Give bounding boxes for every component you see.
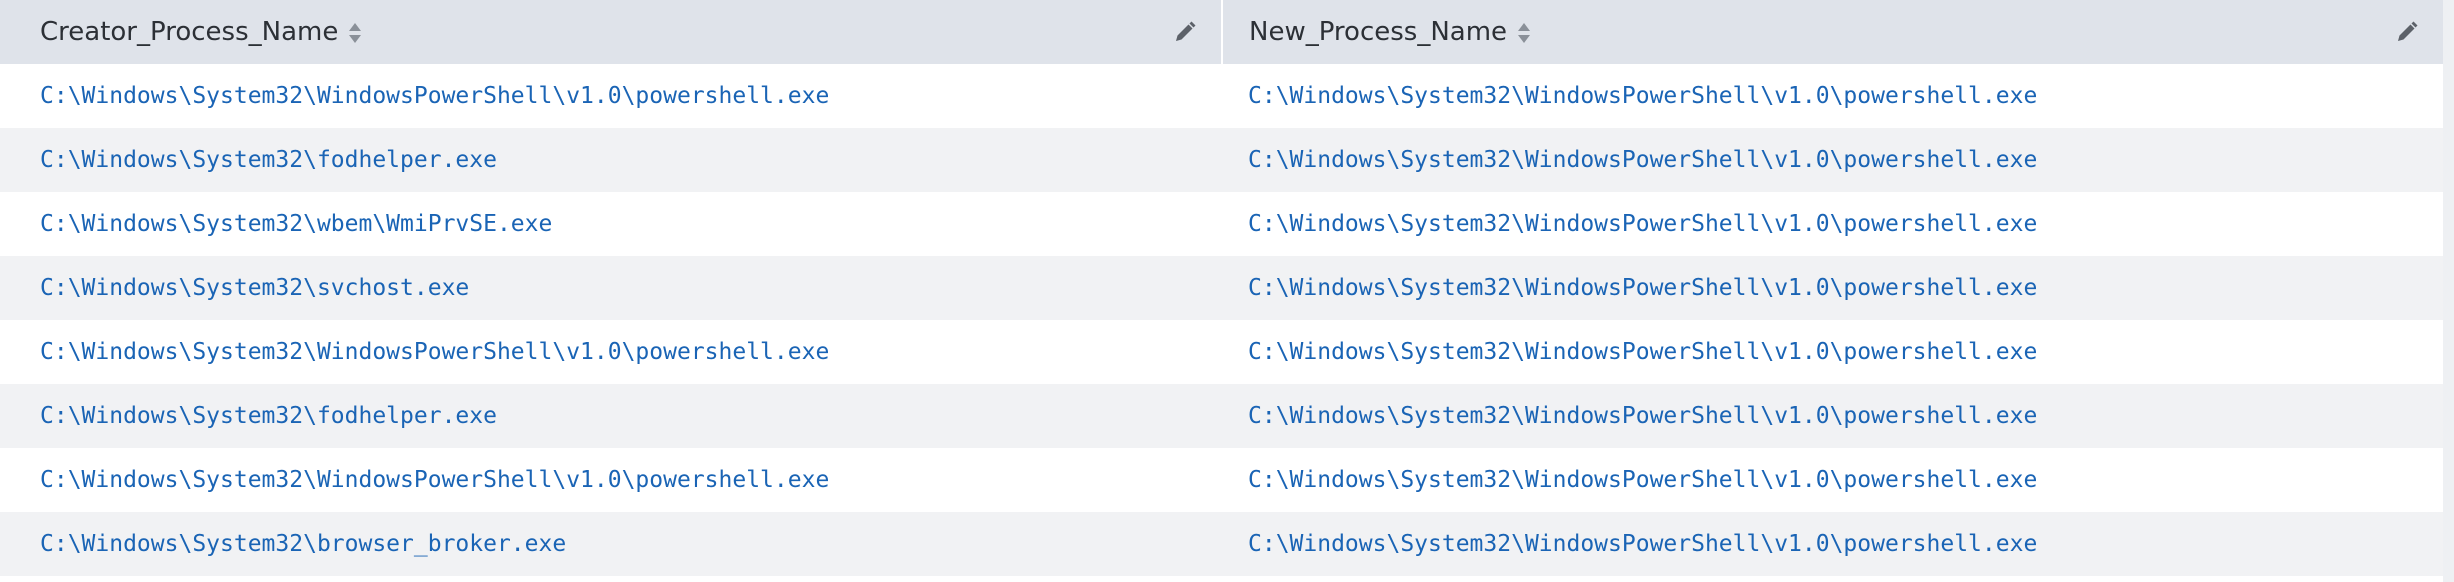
table-row: C:\Windows\System32\WindowsPowerShell\v1… (0, 64, 2443, 128)
creator-process-link[interactable]: C:\Windows\System32\WindowsPowerShell\v1… (40, 467, 829, 493)
cell-creator-process-name: C:\Windows\System32\fodhelper.exe (0, 384, 1222, 448)
table-header: Creator_Process_Name New_Process_Name (0, 0, 2443, 64)
new-process-link[interactable]: C:\Windows\System32\WindowsPowerShell\v1… (1248, 339, 2037, 365)
cell-new-process-name: C:\Windows\System32\WindowsPowerShell\v1… (1222, 512, 2443, 576)
new-process-link[interactable]: C:\Windows\System32\WindowsPowerShell\v1… (1248, 531, 2037, 557)
column-header-label[interactable]: Creator_Process_Name (40, 17, 338, 47)
cell-creator-process-name: C:\Windows\System32\WindowsPowerShell\v1… (0, 448, 1222, 512)
sort-icon[interactable] (1517, 22, 1531, 44)
cell-creator-process-name: C:\Windows\System32\WindowsPowerShell\v1… (0, 320, 1222, 384)
table-row: C:\Windows\System32\fodhelper.exe C:\Win… (0, 128, 2443, 192)
creator-process-link[interactable]: C:\Windows\System32\fodhelper.exe (40, 147, 497, 173)
creator-process-link[interactable]: C:\Windows\System32\fodhelper.exe (40, 403, 497, 429)
cell-new-process-name: C:\Windows\System32\WindowsPowerShell\v1… (1222, 64, 2443, 128)
cell-new-process-name: C:\Windows\System32\WindowsPowerShell\v1… (1222, 384, 2443, 448)
creator-process-link[interactable]: C:\Windows\System32\browser_broker.exe (40, 531, 566, 557)
pencil-icon[interactable] (2395, 20, 2419, 44)
table-row: C:\Windows\System32\fodhelper.exe C:\Win… (0, 384, 2443, 448)
new-process-link[interactable]: C:\Windows\System32\WindowsPowerShell\v1… (1248, 147, 2037, 173)
cell-new-process-name: C:\Windows\System32\WindowsPowerShell\v1… (1222, 192, 2443, 256)
cell-creator-process-name: C:\Windows\System32\svchost.exe (0, 256, 1222, 320)
new-process-link[interactable]: C:\Windows\System32\WindowsPowerShell\v1… (1248, 211, 2037, 237)
creator-process-link[interactable]: C:\Windows\System32\WindowsPowerShell\v1… (40, 83, 829, 109)
new-process-link[interactable]: C:\Windows\System32\WindowsPowerShell\v1… (1248, 403, 2037, 429)
new-process-link[interactable]: C:\Windows\System32\WindowsPowerShell\v1… (1248, 467, 2037, 493)
cell-new-process-name: C:\Windows\System32\WindowsPowerShell\v1… (1222, 128, 2443, 192)
results-table: Creator_Process_Name New_Process_Name C:… (0, 0, 2443, 576)
sort-icon[interactable] (348, 22, 362, 44)
column-header-new-process-name[interactable]: New_Process_Name (1222, 0, 2443, 64)
new-process-link[interactable]: C:\Windows\System32\WindowsPowerShell\v1… (1248, 83, 2037, 109)
cell-creator-process-name: C:\Windows\System32\WindowsPowerShell\v1… (0, 64, 1222, 128)
cell-new-process-name: C:\Windows\System32\WindowsPowerShell\v1… (1222, 320, 2443, 384)
cell-creator-process-name: C:\Windows\System32\browser_broker.exe (0, 512, 1222, 576)
cell-new-process-name: C:\Windows\System32\WindowsPowerShell\v1… (1222, 256, 2443, 320)
creator-process-link[interactable]: C:\Windows\System32\svchost.exe (40, 275, 469, 301)
table-row: C:\Windows\System32\WindowsPowerShell\v1… (0, 448, 2443, 512)
creator-process-link[interactable]: C:\Windows\System32\wbem\WmiPrvSE.exe (40, 211, 552, 237)
table-row: C:\Windows\System32\browser_broker.exe C… (0, 512, 2443, 576)
creator-process-link[interactable]: C:\Windows\System32\WindowsPowerShell\v1… (40, 339, 829, 365)
new-process-link[interactable]: C:\Windows\System32\WindowsPowerShell\v1… (1248, 275, 2037, 301)
pencil-icon[interactable] (1173, 20, 1197, 44)
column-header-label[interactable]: New_Process_Name (1249, 17, 1507, 47)
table-row: C:\Windows\System32\WindowsPowerShell\v1… (0, 320, 2443, 384)
cell-new-process-name: C:\Windows\System32\WindowsPowerShell\v1… (1222, 448, 2443, 512)
cell-creator-process-name: C:\Windows\System32\wbem\WmiPrvSE.exe (0, 192, 1222, 256)
table-row: C:\Windows\System32\svchost.exe C:\Windo… (0, 256, 2443, 320)
table-row: C:\Windows\System32\wbem\WmiPrvSE.exe C:… (0, 192, 2443, 256)
scroll-edge (2443, 0, 2454, 582)
cell-creator-process-name: C:\Windows\System32\fodhelper.exe (0, 128, 1222, 192)
column-header-creator-process-name[interactable]: Creator_Process_Name (0, 0, 1223, 64)
